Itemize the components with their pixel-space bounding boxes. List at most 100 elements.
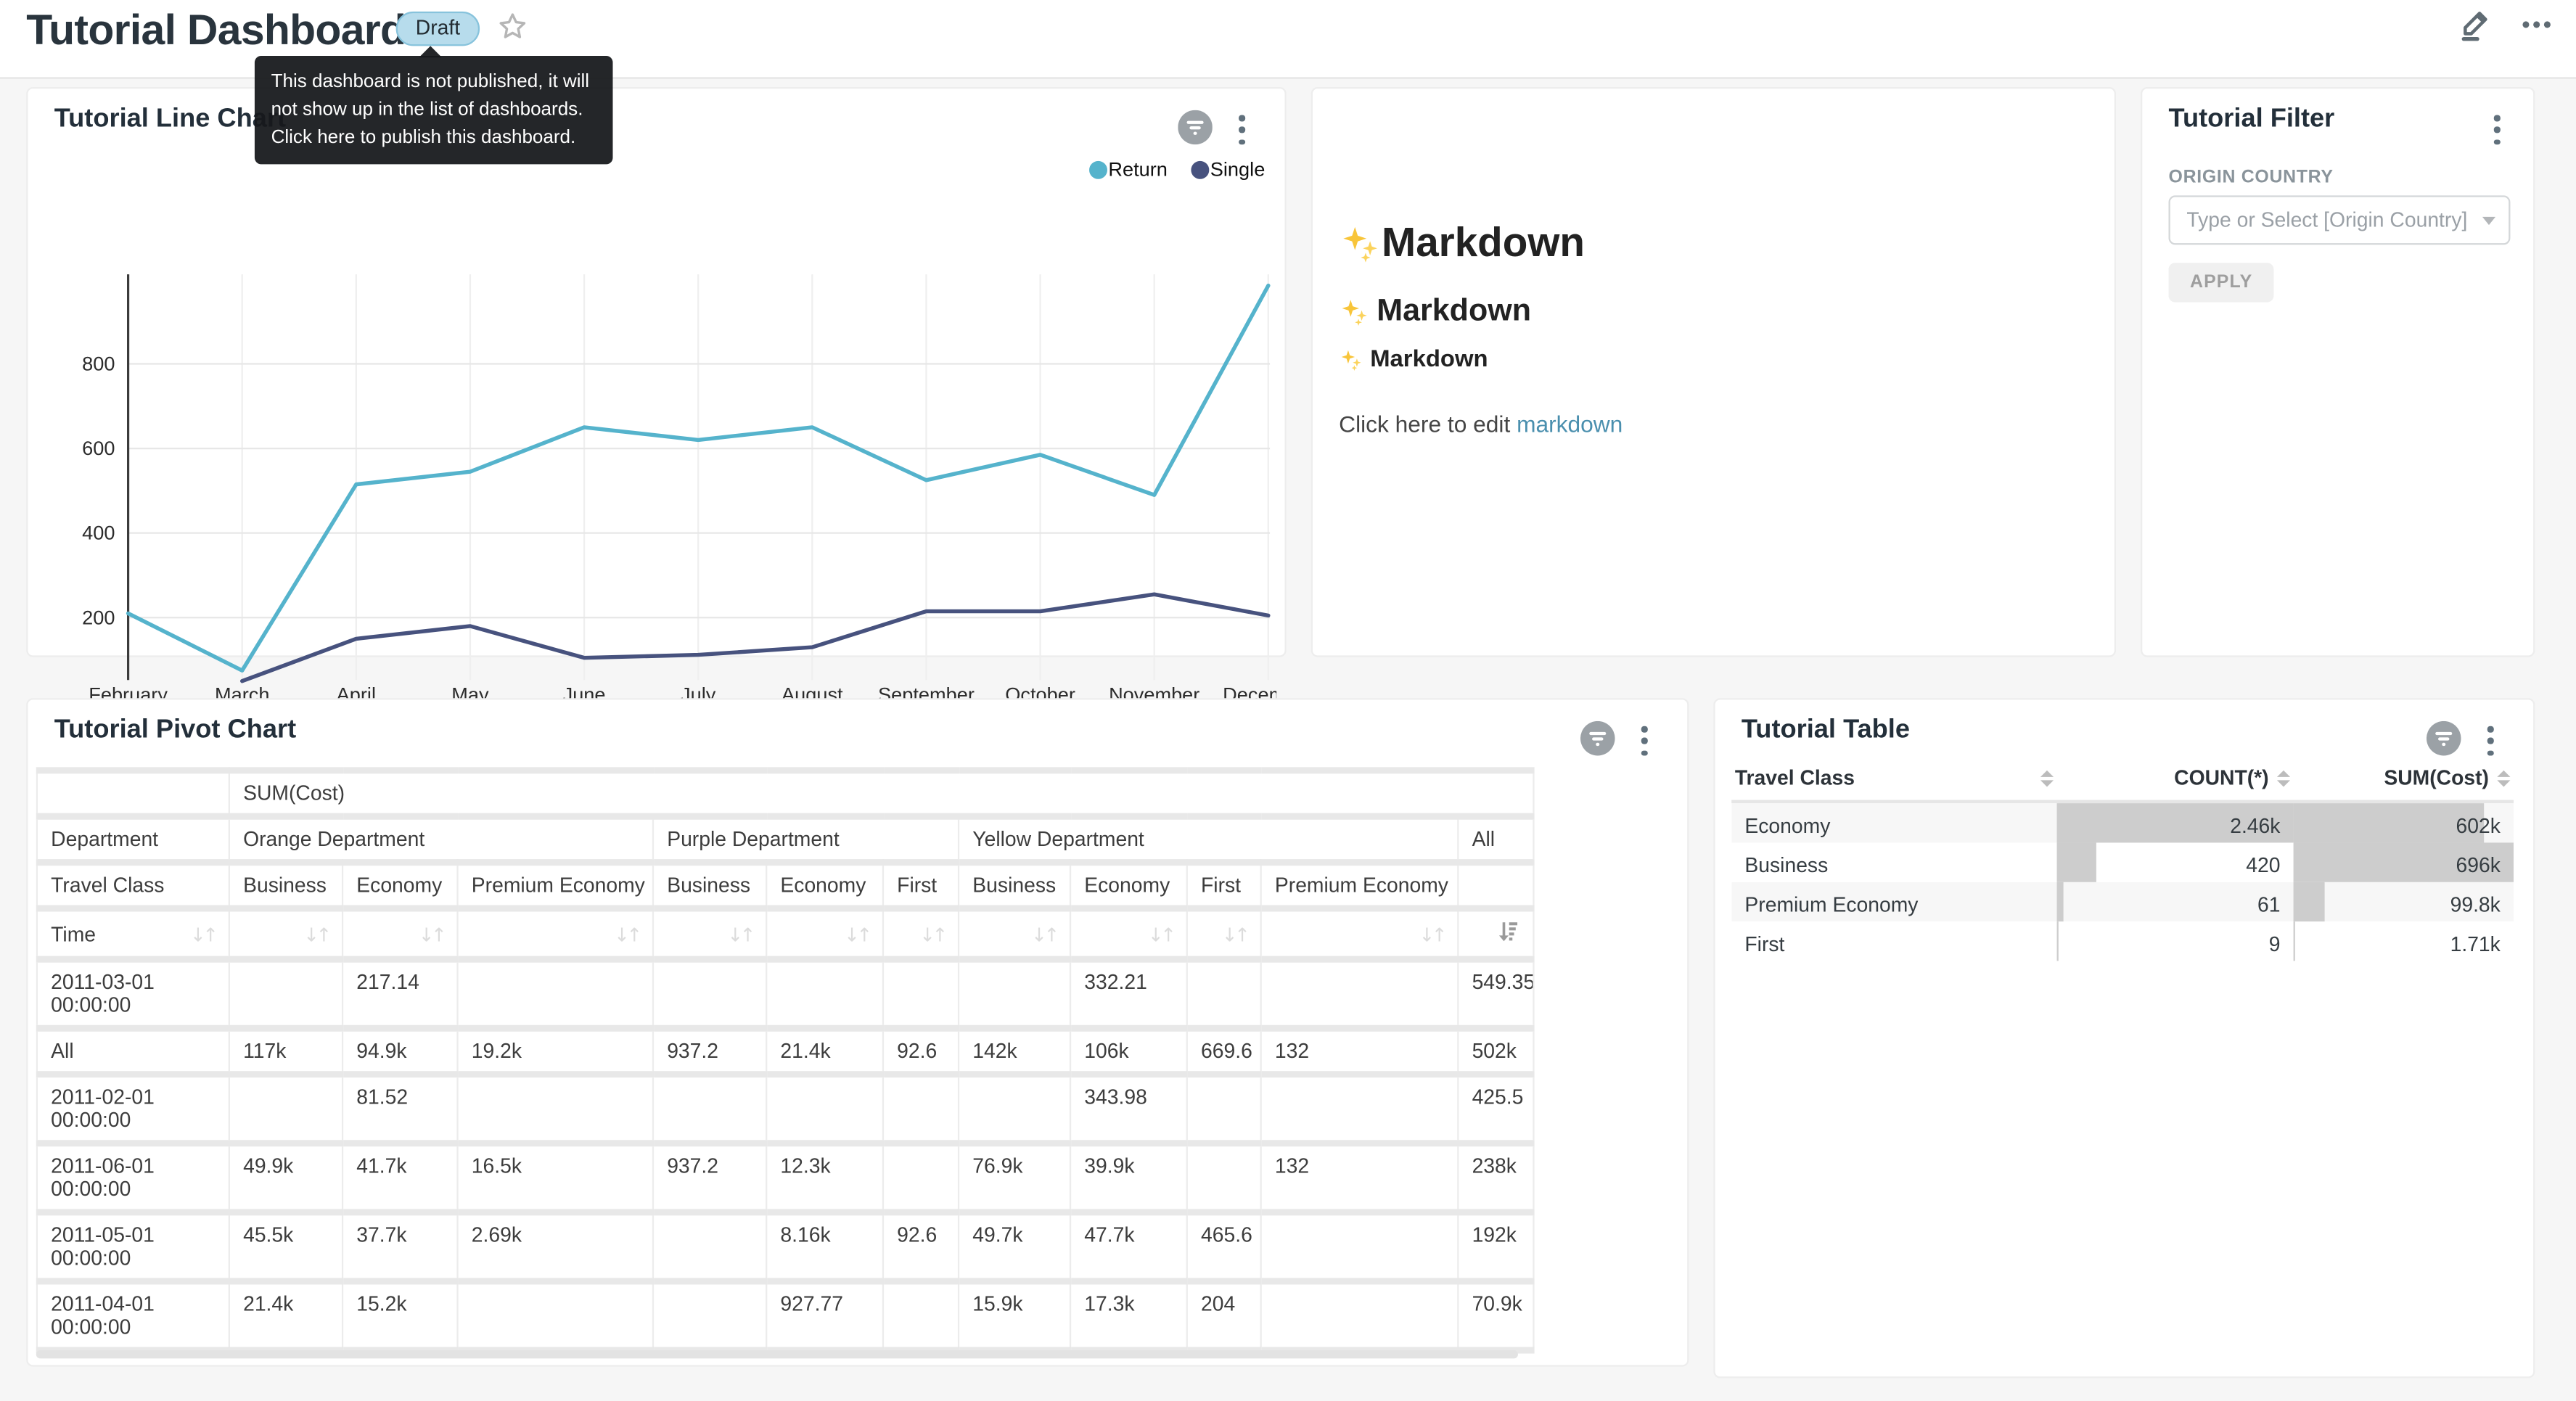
chart-kebab-menu-icon[interactable] (2481, 726, 2501, 756)
count-cell: 61 (2057, 882, 2294, 921)
pivot-row-label: 2011-05-01 00:00:00 (37, 1212, 229, 1281)
pivot-row-label: All (37, 1028, 229, 1074)
chart-kebab-menu-icon[interactable] (1232, 115, 1252, 144)
table-row: Business420696k (1731, 842, 2514, 882)
filter-indicator-icon[interactable] (2427, 721, 2461, 756)
pivot-cell: 81.52 (342, 1075, 457, 1143)
svg-text:400: 400 (82, 522, 115, 544)
pivot-cell: 15.9k (959, 1281, 1070, 1350)
pivot-cell (458, 1281, 653, 1350)
travel-class-cell: Business (1731, 842, 2056, 882)
pivot-cell: 142k (959, 1028, 1070, 1074)
sort-icon[interactable]: ↓↑ (919, 922, 945, 945)
pivot-cell (959, 1075, 1070, 1143)
pivot-cell: 21.4k (766, 1028, 883, 1074)
sort-icon[interactable]: ↓↑ (614, 922, 639, 945)
pivot-group-header: Orange Department (229, 816, 653, 862)
pivot-cell: 106k (1070, 1028, 1187, 1074)
travel-class-cell: Premium Economy (1731, 882, 2056, 921)
pivot-sort-cell: ↓↑ (229, 908, 342, 959)
pivot-sort-cell: ↓↑ (883, 908, 959, 959)
sort-desc-active-icon[interactable] (1497, 920, 1520, 948)
pivot-sort-cell (1458, 908, 1533, 959)
sort-icon[interactable]: ↓↑ (1031, 922, 1057, 945)
legend-dot (1088, 160, 1107, 178)
legend-item-single[interactable]: Single (1191, 157, 1266, 181)
line-chart-title: Tutorial Line Chart (54, 105, 286, 135)
pivot-cell: 132 (1261, 1143, 1459, 1212)
sort-icon[interactable]: ↓↑ (303, 922, 329, 945)
pivot-cell: 45.5k (229, 1212, 342, 1281)
draft-status-badge[interactable]: Draft (396, 12, 480, 46)
count-cell: 9 (2057, 921, 2294, 960)
pivot-sort-cell: ↓↑ (959, 908, 1070, 959)
table-header-travel-class[interactable]: Travel Class (1731, 760, 2056, 801)
sum-cell: 1.71k (2294, 921, 2514, 960)
more-options-icon[interactable] (2520, 8, 2553, 49)
pivot-row-label: 2011-06-01 00:00:00 (37, 1143, 229, 1212)
sort-icon[interactable]: ↓↑ (844, 922, 869, 945)
pivot-cell: 238k (1458, 1143, 1533, 1212)
table-header-sum-cost-[interactable]: SUM(Cost) (2294, 760, 2514, 801)
pivot-cell (883, 1143, 959, 1212)
legend-dot (1191, 160, 1209, 178)
sort-icon[interactable]: ↓↑ (419, 922, 444, 945)
pivot-cell (766, 959, 883, 1028)
markdown-heading-3: Markdown (1339, 347, 1488, 373)
markdown-panel: Markdown Markdown Markdown Click here to… (1311, 87, 2116, 657)
pivot-department-label: Department (37, 816, 229, 862)
pivot-cell: 70.9k (1458, 1281, 1533, 1350)
sum-cell: 602k (2294, 801, 2514, 842)
sort-icon[interactable]: ↓↑ (1419, 922, 1444, 945)
sort-icon[interactable]: ↓↑ (727, 922, 752, 945)
page-title: Tutorial Dashboard (26, 5, 406, 56)
series-line-single (242, 594, 1268, 681)
pivot-cell: 204 (1187, 1281, 1261, 1350)
favorite-star-icon[interactable] (498, 12, 528, 41)
filter-kebab-menu-icon[interactable] (2487, 115, 2507, 144)
chart-kebab-menu-icon[interactable] (1635, 726, 1654, 756)
pivot-cell: 49.7k (959, 1212, 1070, 1281)
pivot-cell: 465.6 (1187, 1212, 1261, 1281)
pivot-cell (1187, 1075, 1261, 1143)
table-header-count-[interactable]: COUNT(*) (2057, 760, 2294, 801)
pivot-cell (959, 959, 1070, 1028)
svg-text:800: 800 (82, 353, 115, 375)
pivot-group-header: Purple Department (653, 816, 959, 862)
pivot-sort-cell: ↓↑ (1261, 908, 1459, 959)
sort-icon[interactable]: ↓↑ (1148, 922, 1173, 945)
filter-panel-title: Tutorial Filter (2169, 105, 2335, 135)
count-cell: 2.46k (2057, 801, 2294, 842)
filter-indicator-icon[interactable] (1580, 721, 1615, 756)
filter-indicator-icon[interactable] (1178, 110, 1213, 145)
pivot-cell (1261, 1212, 1459, 1281)
pivot-sort-cell: ↓↑ (653, 908, 766, 959)
edit-markdown-link[interactable]: markdown (1517, 411, 1623, 437)
sort-caret-icon (2277, 770, 2290, 786)
pivot-cell (883, 1075, 959, 1143)
sort-caret-icon (2497, 770, 2510, 786)
sort-icon[interactable]: ↓↑ (1222, 922, 1247, 945)
svg-text:600: 600 (82, 437, 115, 459)
pivot-cell (1187, 1143, 1261, 1212)
legend-label: Single (1210, 157, 1266, 181)
svg-text:200: 200 (82, 606, 115, 628)
edit-dashboard-icon[interactable] (2458, 7, 2494, 51)
pivot-cell: 669.6 (1187, 1028, 1261, 1074)
pivot-cell (653, 1075, 766, 1143)
pivot-column-header: Economy (1070, 863, 1187, 908)
apply-button[interactable]: APPLY (2169, 263, 2274, 302)
sort-icon[interactable]: ↓↑ (190, 922, 216, 945)
legend-item-return[interactable]: Return (1088, 157, 1168, 181)
pivot-cell: 49.9k (229, 1143, 342, 1212)
pivot-cell: 343.98 (1070, 1075, 1187, 1143)
pivot-cell: 117k (229, 1028, 342, 1074)
sort-caret-icon (2040, 771, 2054, 787)
pivot-cell: 332.21 (1070, 959, 1187, 1028)
tooltip-line: not show up in the list of dashboards. (271, 96, 596, 124)
pivot-row: All117k94.9k19.2k937.221.4k92.6142k106k6… (37, 1028, 1534, 1074)
pivot-cell (458, 1075, 653, 1143)
pivot-column-header: Business (959, 863, 1070, 908)
horizontal-scrollbar[interactable] (36, 1350, 1518, 1358)
origin-country-select[interactable]: Type or Select [Origin Country] (2169, 195, 2511, 245)
